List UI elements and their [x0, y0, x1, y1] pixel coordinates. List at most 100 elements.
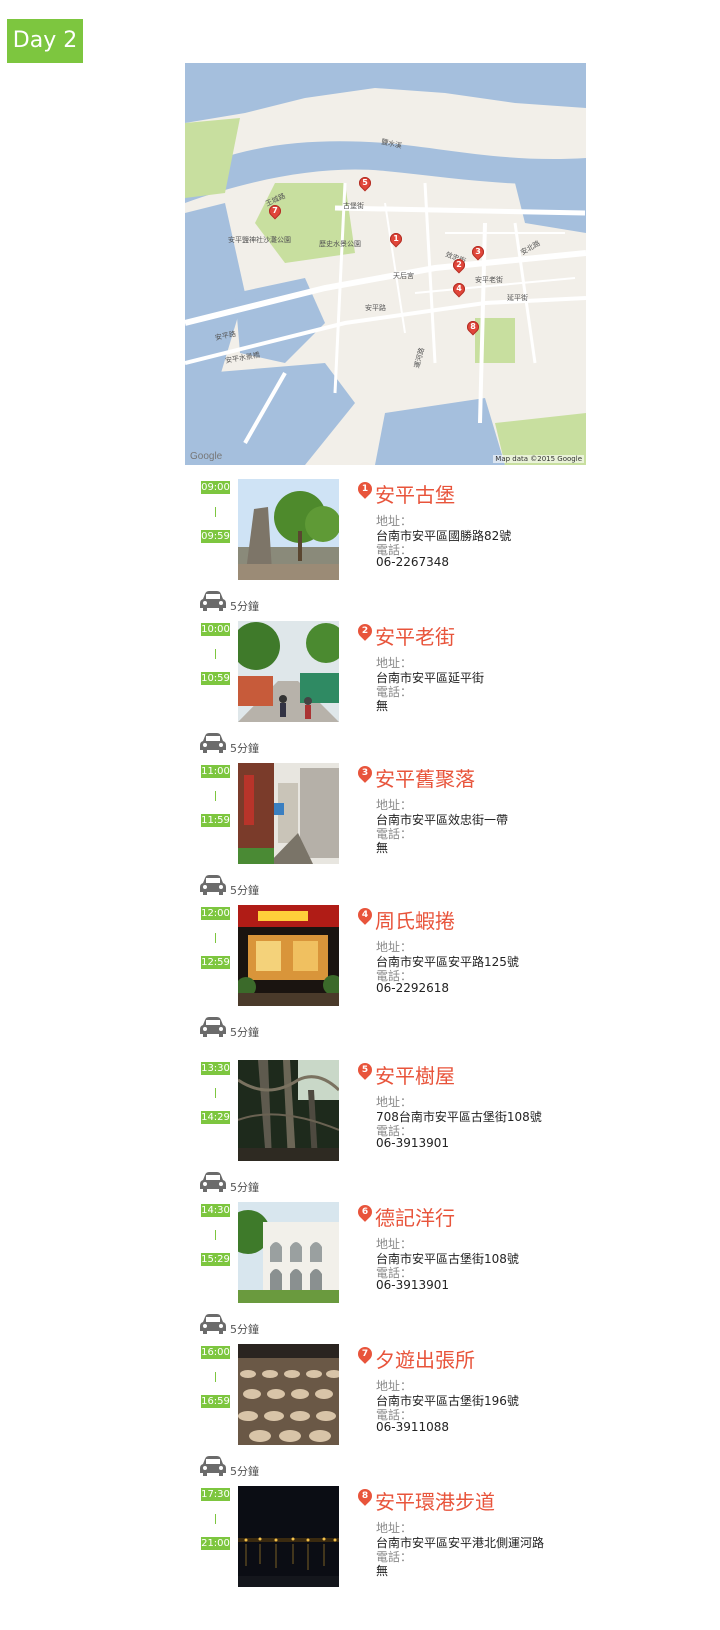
time-connector: [215, 1372, 216, 1382]
phone-value: 06-2292618: [376, 981, 450, 995]
car-icon: [200, 733, 226, 753]
stop-name[interactable]: 安平環港步道: [375, 1486, 495, 1515]
travel-duration: 5分鐘: [230, 1323, 259, 1336]
map-pin-icon: 1: [355, 479, 375, 499]
map-pin-4[interactable]: 4: [450, 280, 468, 298]
stop-name[interactable]: 周氏蝦捲: [375, 905, 455, 934]
end-time: 14:29: [201, 1111, 230, 1124]
car-icon: [200, 1017, 226, 1037]
stop-photo[interactable]: [238, 1202, 339, 1303]
travel-duration: 5分鐘: [230, 1026, 259, 1039]
travel-duration: 5分鐘: [230, 1181, 259, 1194]
travel-segment: 5分鐘: [200, 732, 300, 756]
stop-photo[interactable]: [238, 479, 339, 580]
end-time: 11:59: [201, 814, 230, 827]
end-time: 15:29: [201, 1253, 230, 1266]
map-pin-1[interactable]: 1: [387, 230, 405, 248]
map-pin-5[interactable]: 5: [356, 174, 374, 192]
start-time: 11:00: [201, 765, 230, 778]
phone-value: 06-3913901: [376, 1136, 450, 1150]
end-time: 21:00: [201, 1537, 230, 1550]
travel-duration: 5分鐘: [230, 742, 259, 755]
map-google-logo: Google: [190, 451, 223, 462]
phone-value: 06-3911088: [376, 1420, 450, 1434]
car-icon: [200, 1172, 226, 1192]
stop-photo[interactable]: [238, 1060, 339, 1161]
end-time: 16:59: [201, 1395, 230, 1408]
stop-name[interactable]: 夕遊出張所: [375, 1344, 475, 1373]
itinerary-stop: 09:00 09:59 1 安平古堡 地址： 台南市安平區國勝路82號 電話： …: [0, 479, 720, 581]
itinerary-stop: 17:30 21:00 8 安平環港步道 地址： 台南市安平區安平港北側運河路 …: [0, 1486, 720, 1588]
itinerary-stop: 16:00 16:59 7 夕遊出張所 地址： 台南市安平區古堡街196號 電話…: [0, 1344, 720, 1446]
start-time: 13:30: [201, 1062, 230, 1075]
travel-segment: 5分鐘: [200, 1455, 300, 1479]
itinerary-stop: 10:00 10:59 2 安平老街 地址： 台南市安平區延平街 電話： 無: [0, 621, 720, 723]
car-icon: [200, 591, 226, 611]
travel-segment: 5分鐘: [200, 1313, 300, 1337]
day-label: Day 2: [7, 19, 83, 63]
start-time: 10:00: [201, 623, 230, 636]
map-pin-2[interactable]: 2: [450, 256, 468, 274]
phone-value: 無: [376, 1564, 389, 1578]
map-label: 安平鹽神社沙灘公園: [228, 236, 291, 244]
route-map[interactable]: 鹽水溪 王城路 安平鹽神社沙灘公園 歷史水景公園 古堡街 安平路 天后宮 安平老…: [185, 63, 586, 465]
car-icon: [200, 1456, 226, 1476]
map-pin-icon: 3: [355, 763, 375, 783]
stop-photo[interactable]: [238, 1486, 339, 1587]
map-label: 歷史水景公園: [319, 240, 361, 248]
phone-value: 06-3913901: [376, 1278, 450, 1292]
map-label: 安平老街: [475, 276, 503, 284]
stop-name[interactable]: 安平舊聚落: [375, 763, 475, 792]
time-connector: [215, 791, 216, 801]
stop-name[interactable]: 安平老街: [375, 621, 455, 650]
stop-photo[interactable]: [238, 1344, 339, 1445]
itinerary-stop: 12:00 12:59 4 周氏蝦捲 地址： 台南市安平區安平路125號 電話：…: [0, 905, 720, 1007]
map-pin-icon: 4: [355, 905, 375, 925]
itinerary-stop: 13:30 14:29 5 安平樹屋 地址： 708台南市安平區古堡街108號 …: [0, 1060, 720, 1162]
map-pin-icon: 2: [355, 621, 375, 641]
map-label: 天后宮: [393, 272, 414, 280]
travel-segment: 5分鐘: [200, 1016, 300, 1040]
travel-segment: 5分鐘: [200, 590, 300, 614]
start-time: 17:30: [201, 1488, 230, 1501]
map-credit: Map data ©2015 Google: [493, 455, 584, 463]
start-time: 14:30: [201, 1204, 230, 1217]
map-pin-icon: 7: [355, 1344, 375, 1364]
phone-value: 無: [376, 699, 389, 713]
map-pin-icon: 8: [355, 1486, 375, 1506]
travel-duration: 5分鐘: [230, 1465, 259, 1478]
time-connector: [215, 1088, 216, 1098]
map-pin-7[interactable]: 7: [266, 202, 284, 220]
phone-value: 無: [376, 841, 389, 855]
map-canvas: [185, 63, 586, 465]
stop-name[interactable]: 德記洋行: [375, 1202, 455, 1231]
phone-value: 06-2267348: [376, 555, 450, 569]
stop-name[interactable]: 安平樹屋: [375, 1060, 455, 1089]
stop-photo[interactable]: [238, 763, 339, 864]
end-time: 10:59: [201, 672, 230, 685]
map-pin-icon: 6: [355, 1202, 375, 1222]
time-connector: [215, 507, 216, 517]
start-time: 09:00: [201, 481, 230, 494]
time-connector: [215, 933, 216, 943]
map-label: 延平街: [507, 294, 528, 302]
car-icon: [200, 1314, 226, 1334]
stop-name[interactable]: 安平古堡: [375, 479, 455, 508]
map-label: 古堡街: [343, 202, 364, 210]
itinerary-stop: 14:30 15:29 6 德記洋行 地址： 台南市安平區古堡街108號 電話：…: [0, 1202, 720, 1304]
itinerary-stop: 11:00 11:59 3 安平舊聚落 地址： 台南市安平區效忠街一帶 電話： …: [0, 763, 720, 865]
stop-photo[interactable]: [238, 621, 339, 722]
map-pin-3[interactable]: 3: [469, 243, 487, 261]
stop-photo[interactable]: [238, 905, 339, 1006]
map-label: 安平路: [365, 304, 386, 312]
start-time: 12:00: [201, 907, 230, 920]
time-connector: [215, 1514, 216, 1524]
travel-duration: 5分鐘: [230, 884, 259, 897]
car-icon: [200, 875, 226, 895]
end-time: 09:59: [201, 530, 230, 543]
end-time: 12:59: [201, 956, 230, 969]
map-pin-8[interactable]: 8: [464, 318, 482, 336]
time-connector: [215, 1230, 216, 1240]
travel-segment: 5分鐘: [200, 1171, 300, 1195]
time-connector: [215, 649, 216, 659]
